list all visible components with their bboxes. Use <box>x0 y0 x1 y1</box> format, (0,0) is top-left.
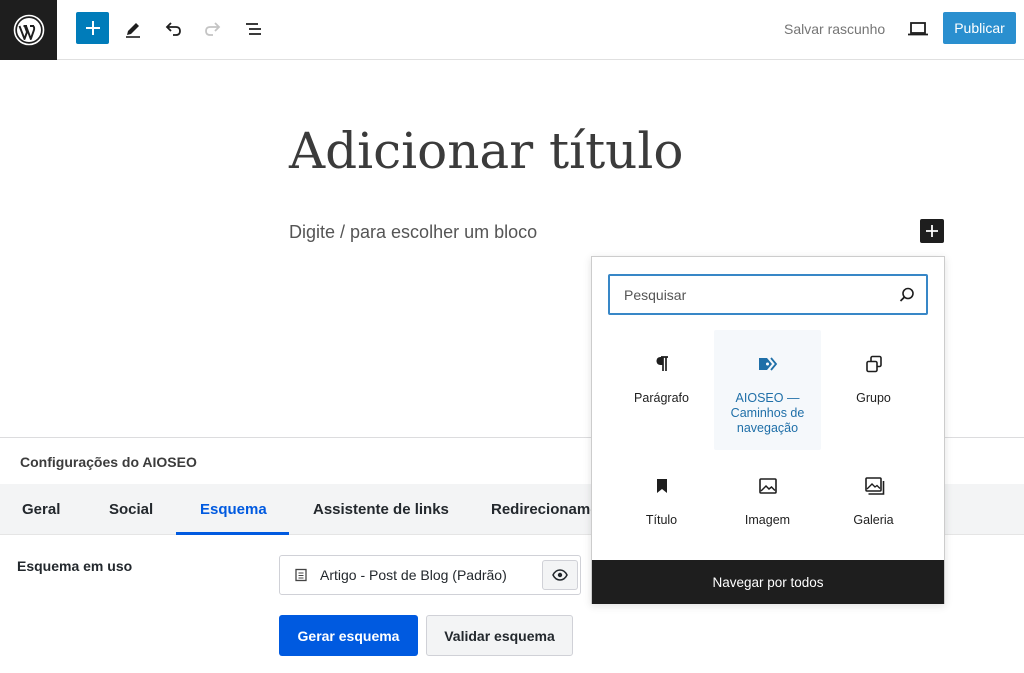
editor-toolbar: Salvar rascunho Publicar <box>0 0 1024 60</box>
block-label: Galeria <box>853 513 894 527</box>
block-label: AIOSEO — Caminhos de navegação <box>730 391 805 435</box>
publish-button[interactable]: Publicar <box>943 12 1016 44</box>
tab-esquema[interactable]: Esquema <box>200 484 267 535</box>
wordpress-logo-button[interactable] <box>0 0 57 60</box>
breadcrumb-tag-icon <box>758 357 777 371</box>
block-aioseo-breadcrumbs[interactable]: AIOSEO — Caminhos de navegação <box>714 330 821 450</box>
gallery-icon <box>864 477 884 495</box>
block-inserter-popover: Parágrafo AIOSEO — Caminhos de navegação… <box>591 256 945 604</box>
active-tab-indicator <box>176 532 289 535</box>
block-label: Grupo <box>856 391 891 405</box>
block-label: Parágrafo <box>634 391 689 405</box>
wordpress-icon <box>13 14 44 46</box>
eye-icon <box>552 569 568 581</box>
generate-schema-button[interactable]: Gerar esquema <box>279 615 418 656</box>
add-block-button[interactable] <box>76 12 109 44</box>
pencil-icon <box>126 23 140 38</box>
tools-button[interactable] <box>116 12 150 46</box>
image-icon <box>758 478 777 494</box>
document-overview-button[interactable] <box>237 12 271 46</box>
block-image[interactable]: Imagem <box>714 452 821 572</box>
block-search-input[interactable] <box>624 285 884 305</box>
undo-icon <box>165 22 181 36</box>
inline-add-block-button[interactable] <box>920 219 944 243</box>
redo-button[interactable] <box>196 12 230 46</box>
browse-all-button[interactable]: Navegar por todos <box>592 560 944 604</box>
tab-redirecionamentos[interactable]: Redirecioname <box>491 484 599 535</box>
block-paragraph[interactable]: Parágrafo <box>608 330 715 450</box>
view-schema-button[interactable] <box>542 560 578 590</box>
validate-schema-button[interactable]: Validar esquema <box>426 615 573 656</box>
schema-in-use-label: Esquema em uso <box>17 558 133 574</box>
block-heading[interactable]: Título <box>608 452 715 572</box>
block-gallery[interactable]: Galeria <box>820 452 927 572</box>
document-icon <box>295 568 307 582</box>
list-view-icon <box>246 23 261 35</box>
preview-button[interactable] <box>901 12 935 46</box>
block-search <box>608 274 928 315</box>
tab-social[interactable]: Social <box>109 484 153 535</box>
plus-icon <box>85 21 100 35</box>
undo-button[interactable] <box>156 12 190 46</box>
block-placeholder[interactable]: Digite / para escolher um bloco <box>289 222 537 243</box>
bookmark-icon <box>656 479 667 493</box>
post-title-input[interactable]: Adicionar título <box>289 122 683 180</box>
redo-icon <box>205 22 221 36</box>
schema-in-use-item: Artigo - Post de Blog (Padrão) <box>279 555 581 595</box>
aioseo-panel-title: Configurações do AIOSEO <box>20 454 197 470</box>
tab-assistente-de-links[interactable]: Assistente de links <box>313 484 449 535</box>
laptop-icon <box>908 22 928 36</box>
plus-icon <box>926 225 938 237</box>
tab-geral[interactable]: Geral <box>22 484 60 535</box>
search-icon <box>899 287 914 302</box>
schema-name: Artigo - Post de Blog (Padrão) <box>320 567 507 583</box>
block-label: Imagem <box>744 513 791 527</box>
paragraph-icon <box>656 356 668 371</box>
save-draft-button[interactable]: Salvar rascunho <box>784 20 885 38</box>
group-icon <box>865 355 882 373</box>
block-label: Título <box>645 513 678 527</box>
block-group[interactable]: Grupo <box>820 330 927 450</box>
